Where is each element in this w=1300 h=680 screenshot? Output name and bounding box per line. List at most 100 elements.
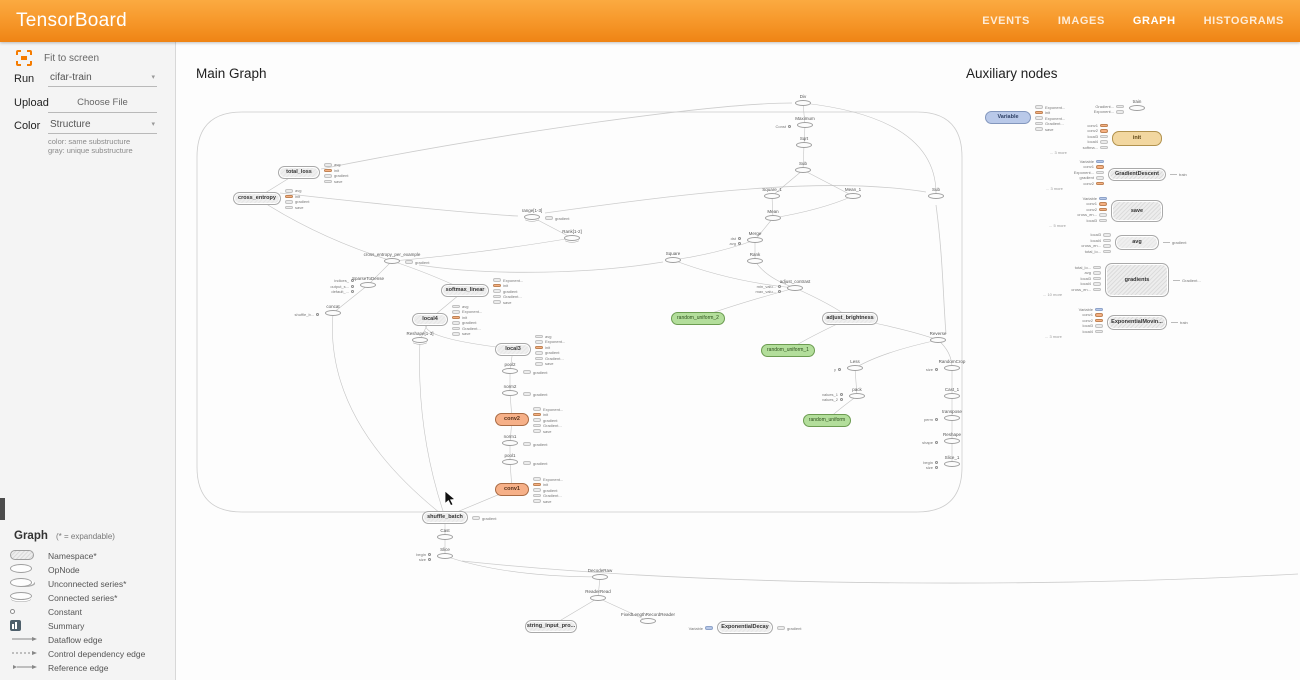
graph-node-Cast_1[interactable]: Cast_1 bbox=[922, 387, 982, 399]
scrollbar-thumb[interactable] bbox=[0, 498, 5, 520]
graph-node-random_uniform[interactable]: random_uniform bbox=[803, 414, 851, 427]
aux-node-ExponentialMoving[interactable]: ExponentialMovin... bbox=[1107, 315, 1167, 330]
graph-node-Less[interactable]: Less bbox=[825, 359, 885, 371]
graph-node-concat[interactable]: concat bbox=[303, 304, 363, 316]
graph-node-string_input[interactable]: string_input_pro... bbox=[525, 620, 577, 633]
legend-item-namespace: Namespace* bbox=[0, 550, 176, 563]
more-inputs-label[interactable]: ... 3 more bbox=[1046, 186, 1063, 191]
graph-node-Rank12[interactable]: Rank[1-2] bbox=[542, 229, 602, 241]
output-link[interactable]: train bbox=[1171, 320, 1188, 326]
graph-node-Mean_1[interactable]: Mean_1 bbox=[823, 187, 883, 199]
legend-edge-reference-icon bbox=[10, 662, 40, 673]
aux-node-init[interactable]: init bbox=[1112, 131, 1162, 146]
node-satellite[interactable]: save bbox=[493, 299, 523, 305]
graph-node-SparseToDense[interactable]: SparseToDense bbox=[338, 276, 398, 288]
fit-to-screen-icon[interactable] bbox=[16, 50, 32, 66]
graph-node-FixedLengthRecordReader[interactable]: FixedLengthRecordReader bbox=[618, 612, 678, 624]
node-satellite[interactable]: Variable bbox=[655, 625, 713, 631]
node-satellite[interactable]: save bbox=[452, 331, 482, 337]
aux-node-gradients[interactable]: gradients bbox=[1105, 263, 1169, 297]
node-satellite[interactable]: save bbox=[533, 428, 563, 434]
output-link[interactable]: gradient bbox=[1163, 240, 1186, 246]
choose-file-button[interactable]: Choose File bbox=[48, 94, 157, 113]
node-satellite[interactable]: save bbox=[285, 205, 309, 211]
graph-node-cross_entropy[interactable]: cross_entropy bbox=[233, 192, 281, 205]
satellite-pill bbox=[777, 626, 785, 630]
aux-node-VariableAux[interactable]: Variable bbox=[985, 111, 1031, 124]
graph-node-ExponentialDecay[interactable]: ExponentialDecay bbox=[717, 621, 773, 634]
graph-node-Sub_1[interactable]: Sub bbox=[906, 187, 966, 199]
graph-node-adjust_brightness[interactable]: adjust_brightness bbox=[822, 312, 878, 325]
op-node-shape bbox=[845, 193, 861, 199]
satellite-pill bbox=[1093, 288, 1101, 292]
graph-node-transpose[interactable]: transpose bbox=[922, 409, 982, 421]
graph-node-range[interactable]: range[1-3] bbox=[502, 208, 562, 220]
graph-node-norm1[interactable]: norm1 bbox=[480, 434, 540, 446]
output-link[interactable]: Gradient... bbox=[1173, 278, 1201, 284]
more-inputs-label[interactable]: ... 3 more bbox=[1050, 150, 1067, 155]
graph-node-conv2[interactable]: conv2 bbox=[495, 413, 529, 426]
color-select[interactable]: Structure ▾ bbox=[48, 117, 157, 134]
graph-node-adjust_contrast[interactable]: adjust_contrast bbox=[765, 279, 825, 291]
graph-node-Mean[interactable]: Mean bbox=[743, 209, 803, 221]
const-node[interactable]: default_... bbox=[298, 289, 354, 295]
node-satellite[interactable]: save bbox=[324, 179, 348, 185]
graph-node-ReaderRead[interactable]: ReaderRead bbox=[568, 589, 628, 601]
graph-node-Reverse[interactable]: Reverse bbox=[908, 331, 968, 343]
graph-node-norm2[interactable]: norm2 bbox=[480, 384, 540, 396]
graph-node-Reshape[interactable]: Reshape bbox=[922, 432, 982, 444]
legend-note: (* = expandable) bbox=[56, 532, 115, 541]
more-inputs-label[interactable]: ... 3 more bbox=[1045, 334, 1062, 339]
graph-node-random_uniform_2[interactable]: random_uniform_2 bbox=[671, 312, 725, 325]
graph-node-softmax_linear[interactable]: softmax_linear bbox=[441, 284, 489, 297]
graph-node-total_loss[interactable]: total_loss bbox=[278, 166, 320, 179]
graph-node-Maximum[interactable]: Maximum bbox=[775, 116, 835, 128]
graph-node-pack[interactable]: pack bbox=[827, 387, 887, 399]
graph-node-Square_1[interactable]: Square_1 bbox=[742, 187, 802, 199]
graph-node-cepe[interactable]: cross_entropy_per_example bbox=[362, 252, 422, 264]
namespace-node-label: adjust_brightness bbox=[826, 315, 873, 321]
fit-to-screen-label[interactable]: Fit to screen bbox=[44, 53, 99, 64]
graph-node-Sqrt[interactable]: Sqrt bbox=[774, 136, 834, 148]
graph-node-Slice[interactable]: Slice bbox=[415, 547, 475, 559]
graph-node-train[interactable]: train bbox=[1107, 99, 1167, 111]
graph-node-random_uniform_1[interactable]: random_uniform_1 bbox=[761, 344, 815, 357]
aux-node-GradientDescent[interactable]: GradientDescent bbox=[1108, 168, 1166, 181]
graph-node-Reshape13[interactable]: Reshape[1-3] bbox=[390, 331, 450, 343]
node-satellite[interactable]: gradient bbox=[777, 625, 801, 631]
output-link[interactable]: train bbox=[1170, 172, 1187, 178]
graph-node-local4[interactable]: local4 bbox=[412, 313, 448, 326]
graph-node-Sub[interactable]: Sub bbox=[773, 161, 833, 173]
tab-histograms[interactable]: HISTOGRAMS bbox=[1204, 15, 1284, 27]
graph-canvas[interactable]: Main Graph Auxiliary nodes DivMaximumCon… bbox=[176, 42, 1300, 680]
graph-node-Div[interactable]: Div bbox=[773, 94, 833, 106]
output-label: gradient bbox=[1172, 240, 1186, 245]
graph-node-pool1[interactable]: pool1 bbox=[480, 453, 540, 465]
tab-graph[interactable]: GRAPH bbox=[1133, 15, 1176, 27]
satellite-pill bbox=[452, 321, 460, 325]
tab-images[interactable]: IMAGES bbox=[1058, 15, 1105, 27]
aux-node-save[interactable]: save bbox=[1111, 200, 1163, 222]
output-group: Gradient... bbox=[1173, 278, 1201, 284]
node-satellite[interactable]: gradient bbox=[472, 515, 496, 521]
more-inputs-label[interactable]: ... 10 more bbox=[1043, 292, 1062, 297]
run-select[interactable]: cifar-train ▾ bbox=[48, 70, 157, 87]
graph-node-Merge[interactable]: Merge bbox=[725, 231, 785, 243]
node-satellite[interactable]: total_lo... bbox=[1053, 249, 1111, 255]
graph-node-Square[interactable]: Square bbox=[643, 251, 703, 263]
input-group: Variableconv1conv2local3local4... 3 more bbox=[1045, 307, 1103, 335]
more-inputs-label[interactable]: ... 5 more bbox=[1049, 223, 1066, 228]
node-satellite[interactable]: save bbox=[533, 498, 563, 504]
graph-node-RandomCrop[interactable]: RandomCrop bbox=[922, 359, 982, 371]
graph-node-local3[interactable]: local3 bbox=[495, 343, 531, 356]
aux-node-avg[interactable]: avg bbox=[1115, 235, 1159, 250]
graph-node-pool2[interactable]: pool2 bbox=[480, 362, 540, 374]
graph-node-shuffle_batch[interactable]: shuffle_batch bbox=[422, 511, 468, 524]
graph-node-Slice_1[interactable]: Slice_1 bbox=[922, 455, 982, 467]
tab-events[interactable]: EVENTS bbox=[982, 15, 1030, 27]
graph-node-Cast[interactable]: Cast bbox=[415, 528, 475, 540]
graph-node-Rank_1[interactable]: Rank bbox=[725, 252, 785, 264]
color-help-line2: gray: unique substructure bbox=[48, 146, 133, 155]
graph-node-DecodeRaw[interactable]: DecodeRaw bbox=[570, 568, 630, 580]
graph-node-conv1[interactable]: conv1 bbox=[495, 483, 529, 496]
